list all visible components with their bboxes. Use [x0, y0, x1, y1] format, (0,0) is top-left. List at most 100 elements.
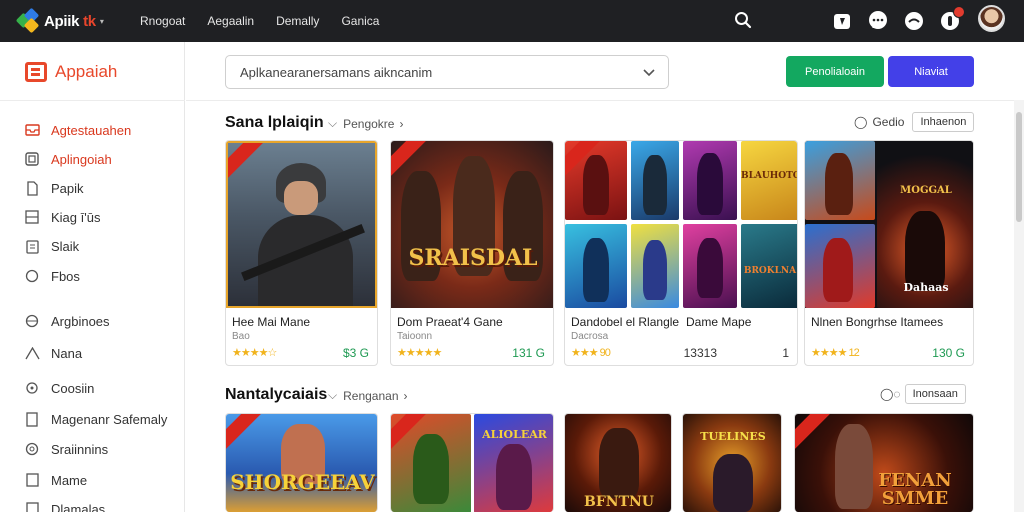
top-bar: Apiik tk ▾ Rnogoat Aegaalin Demally Gani… [0, 0, 1024, 42]
search-small-icon[interactable]: ◯ [854, 115, 867, 129]
sidebar-brand-text: Appaiah [55, 62, 118, 81]
app-logo-text: Apiik tk [44, 12, 96, 30]
card-2-logo-text: SRAISDAL [408, 245, 538, 271]
search-select[interactable]: Aplkanearanersamans aikncanim [225, 55, 669, 89]
sidebar-item-label: Sraiinnins [51, 441, 109, 457]
clipboard-icon [24, 238, 40, 254]
sidebar-item-3[interactable]: Papik [24, 180, 84, 196]
nav-item-1[interactable]: Rnogoat [140, 14, 185, 28]
card-3-subtitle: Dacrosa [571, 331, 609, 342]
app-card-7[interactable]: ALIOLEAR [390, 413, 554, 512]
layers-icon [24, 209, 40, 225]
section-1-right-label[interactable]: Gedio [872, 115, 904, 129]
card-5-thumbnail: MOGGAL Dahaas [805, 141, 973, 308]
search-icon[interactable] [734, 11, 752, 29]
card-2-subtitle: Taioonn [397, 331, 433, 342]
card-1-rating: ★★★★☆ [232, 347, 277, 359]
app-icon [24, 151, 40, 167]
ribbon-badge [795, 414, 831, 451]
section-1-title: Sana lplaiqin [225, 114, 324, 131]
sidebar-item-label: Papik [51, 180, 84, 196]
card-2-title: Dom Praeat'4 Gane [397, 315, 503, 329]
app-card-6[interactable]: SHORGEEAV [225, 413, 378, 512]
sidebar-item-13[interactable]: Dlamalas [24, 501, 105, 512]
tile-logo-text: ALIOLEAR [482, 428, 547, 441]
app-card-9[interactable]: TUELINES [682, 413, 782, 512]
nav-item-4[interactable]: Ganica [341, 14, 379, 28]
logo-mark-icon [15, 7, 40, 34]
nav-item-3[interactable]: Demally [276, 14, 319, 28]
page-scrollbar[interactable] [1014, 100, 1024, 512]
section-1-sub[interactable]: ⌵ Pengokre › [328, 116, 403, 131]
tile-logo-text: BROKLNA [743, 266, 797, 276]
chevron-right-icon: › [399, 116, 404, 131]
section-2-controls: ◯◌ Inonsaan [880, 384, 966, 404]
tile-logo-text: Dahaas [903, 281, 949, 294]
sidebar-item-label: Aplingoiah [51, 151, 112, 167]
sidebar-item-label: Kiag ī'ūs [51, 209, 101, 225]
sidebar: Appaiah Agtestauahen Aplingoiah Papik Ki… [0, 42, 185, 512]
sidebar-item-12[interactable]: Mame [24, 472, 87, 488]
sidebar-item-9[interactable]: Coosiin [24, 380, 94, 396]
chat-icon [24, 268, 40, 284]
caret-down-icon[interactable]: ▾ [100, 17, 104, 26]
notification-icon[interactable] [938, 6, 965, 35]
window-icon [24, 472, 40, 488]
ribbon-badge [226, 414, 262, 451]
sidebar-item-2[interactable]: Aplingoiah [24, 151, 112, 167]
card-2-price: 131 G [512, 346, 545, 360]
secondary-button[interactable]: Niaviat [888, 56, 974, 87]
messages-icon[interactable] [902, 7, 926, 35]
search-small-icon[interactable]: ◯◌ [880, 387, 901, 401]
section-1-pill[interactable]: Inhaenon [912, 112, 975, 132]
section-2-title: Nantalycaiais [225, 386, 328, 403]
chat-bubble-icon[interactable] [866, 7, 890, 35]
sidebar-item-label: Slaik [51, 238, 80, 254]
primary-button[interactable]: Penolialoain [786, 56, 884, 87]
sidebar-item-5[interactable]: Slaik [24, 238, 79, 254]
card-10-thumbnail: FENAN SMME [795, 414, 973, 512]
brand-icon [25, 62, 47, 82]
ribbon-badge [228, 143, 264, 180]
bell-icon[interactable] [830, 7, 854, 35]
sidebar-item-4[interactable]: Kiag ī'ūs [24, 209, 100, 225]
sidebar-item-10[interactable]: Magenanr Safemaly [24, 411, 167, 427]
app-card-5[interactable]: MOGGAL Dahaas Nlnen Bongrhse Itamees ★★★… [804, 140, 974, 366]
section-2-sub-label: Renganan [343, 388, 399, 403]
section-2-pill[interactable]: Inonsaan [904, 384, 966, 404]
sidebar-brand[interactable]: Appaiah [25, 62, 117, 82]
app-card-2[interactable]: SRAISDAL Dom Praeat'4 Gane Taioonn ★★★★★… [390, 140, 554, 366]
sidebar-item-1[interactable]: Agtestauahen [24, 122, 131, 138]
app-card-10[interactable]: FENAN SMME [794, 413, 974, 512]
card-7-thumbnail: ALIOLEAR [391, 414, 553, 512]
section-2-sub[interactable]: ⌵ Renganan › [328, 388, 408, 403]
sidebar-item-8[interactable]: Nana [24, 345, 82, 361]
document-icon [24, 180, 40, 196]
app-card-1[interactable]: Hee Mai Mane Bao ★★★★☆ $3 G [225, 140, 378, 366]
sidebar-item-label: Agtestauahen [51, 122, 132, 138]
sidebar-item-label: Argbinoes [51, 313, 110, 329]
avatar[interactable] [978, 5, 1005, 32]
card-3-title: Dandobel el Rlangle [571, 315, 680, 329]
box-icon [24, 501, 40, 512]
section-1-sub-label: Pengokre [343, 116, 395, 131]
app-card-8[interactable]: BFNTNU [564, 413, 672, 512]
card-8-thumbnail: BFNTNU [565, 414, 671, 512]
sidebar-item-11[interactable]: Sraiinnins [24, 441, 108, 457]
sidebar-item-7[interactable]: Argbinoes [24, 313, 110, 329]
sidebar-item-label: Fbos [51, 268, 80, 284]
search-select-value: Aplkanearanersamans aikncanim [240, 64, 433, 80]
sidebar-item-6[interactable]: Fbos [24, 268, 80, 284]
chevron-down-icon[interactable] [642, 65, 656, 79]
circle-icon [24, 380, 40, 396]
card-1-title: Hee Mai Mane [232, 315, 311, 329]
app-logo[interactable]: Apiik tk ▾ [15, 7, 128, 34]
card-2-rating: ★★★★★ [397, 347, 442, 359]
nav-item-2[interactable]: Aegaalin [207, 14, 254, 28]
card-2-thumbnail: SRAISDAL [391, 141, 553, 308]
sidebar-item-label: Mame [51, 472, 88, 488]
notification-badge [953, 6, 965, 18]
app-card-3[interactable]: BLAUHOTOA BROKLNA Dandobel el Rlangle Da… [564, 140, 798, 366]
scrollbar-thumb[interactable] [1016, 112, 1022, 222]
section-1-controls: ◯ Gedio Inhaenon [854, 112, 975, 132]
